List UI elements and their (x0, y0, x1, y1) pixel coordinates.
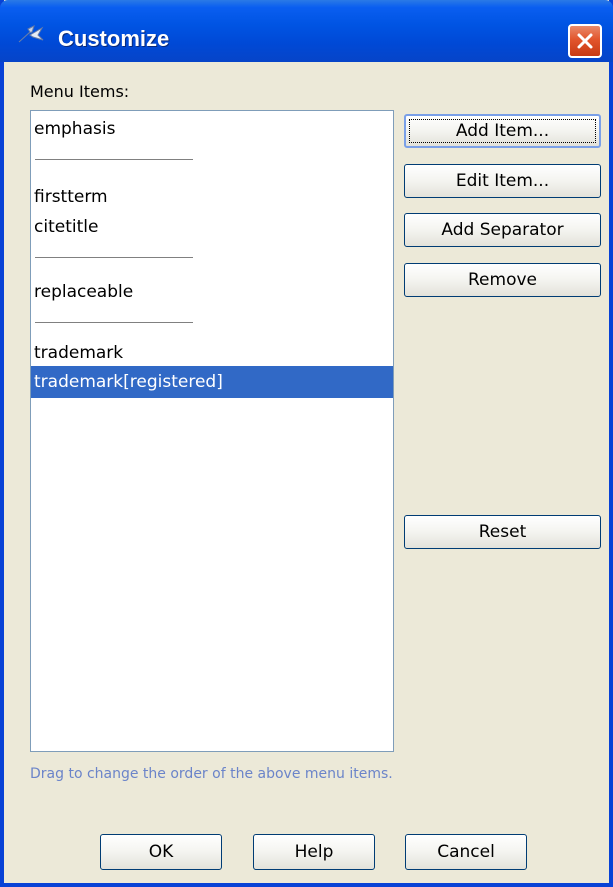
cancel-button-label: Cancel (437, 842, 495, 862)
cancel-button[interactable]: Cancel (405, 834, 527, 870)
menu-items-label: Menu Items: (30, 82, 130, 101)
edit-item-button-label: Edit Item... (455, 171, 550, 191)
window-title: Customize (58, 26, 170, 51)
customize-dialog: Customize Menu Items: emphasis firstterm c… (0, 0, 613, 887)
drag-hint: Drag to change the order of the above me… (30, 766, 393, 782)
list-separator[interactable] (35, 322, 193, 323)
list-item[interactable]: trademark (31, 337, 393, 369)
list-item[interactable]: citetitle (31, 211, 393, 243)
reset-button-label: Reset (478, 522, 527, 542)
add-separator-button[interactable]: Add Separator (404, 213, 601, 247)
customize-icon (16, 22, 46, 46)
ok-button-label: OK (148, 842, 174, 862)
add-separator-button-label: Add Separator (441, 220, 564, 240)
list-item[interactable]: replaceable (31, 276, 393, 308)
list-item[interactable]: emphasis (31, 113, 393, 145)
help-button-label: Help (294, 842, 334, 862)
list-separator[interactable] (35, 159, 193, 160)
close-button[interactable] (568, 24, 602, 58)
help-button[interactable]: Help (253, 834, 375, 870)
remove-button[interactable]: Remove (404, 263, 601, 297)
menu-items-list[interactable]: emphasis firstterm citetitle replaceable tra… (30, 110, 394, 752)
add-item-button-label: Add Item... (455, 121, 550, 141)
title-bar[interactable]: Customize (0, 0, 613, 62)
ok-button[interactable]: OK (100, 834, 222, 870)
list-separator[interactable] (35, 257, 193, 258)
add-item-button[interactable]: Add Item... (404, 114, 601, 148)
reset-button[interactable]: Reset (404, 515, 601, 549)
list-item[interactable]: trademark[registered] (31, 366, 393, 398)
edit-item-button[interactable]: Edit Item... (404, 164, 601, 198)
list-item[interactable]: firstterm (31, 181, 393, 213)
remove-button-label: Remove (468, 270, 537, 290)
